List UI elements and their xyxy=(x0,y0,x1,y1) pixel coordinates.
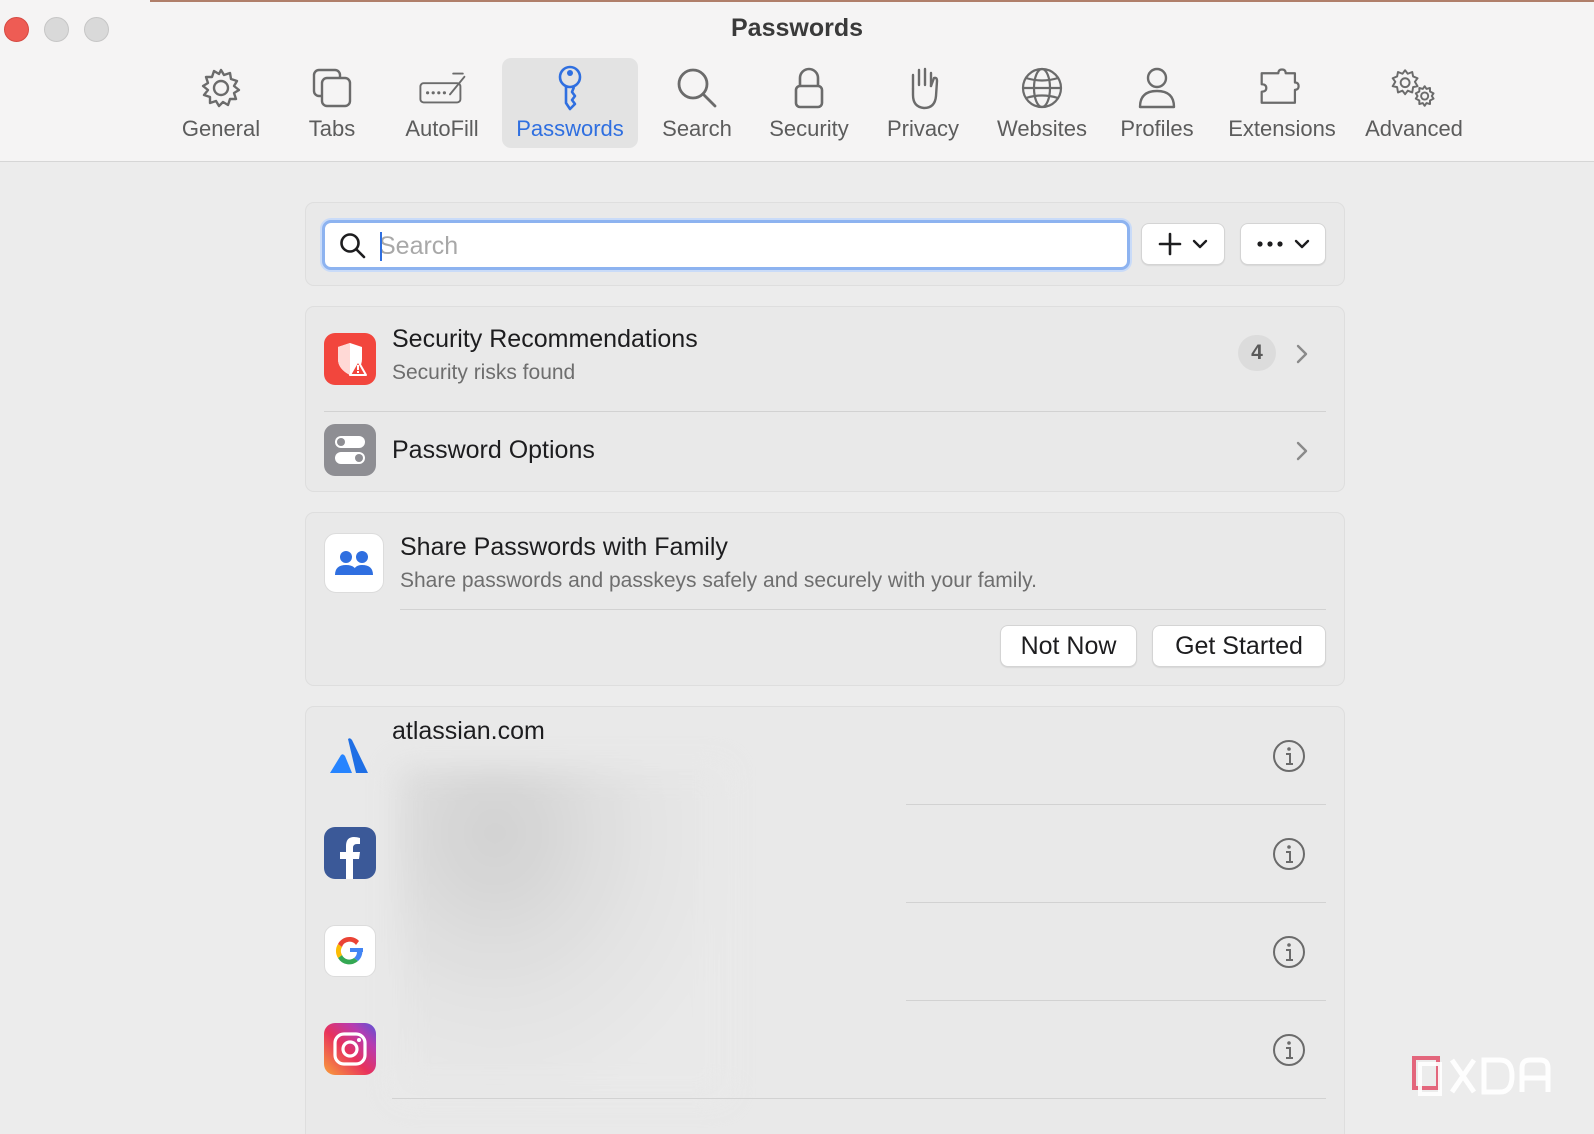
list-item[interactable] xyxy=(306,903,1344,1001)
plus-icon xyxy=(1158,232,1182,256)
gears-icon xyxy=(1390,64,1438,112)
tab-websites[interactable]: Websites xyxy=(986,58,1098,148)
security-recommendations-row[interactable]: Security Recommendations Security risks … xyxy=(306,307,1344,411)
get-started-button[interactable]: Get Started xyxy=(1152,625,1326,667)
tab-tabs[interactable]: Tabs xyxy=(290,58,374,148)
facebook-icon xyxy=(324,827,376,879)
share-divider xyxy=(400,609,1326,610)
toggles-icon xyxy=(324,424,376,476)
globe-icon xyxy=(1018,64,1066,112)
password-list: atlassian.com xyxy=(305,706,1345,1134)
chevron-right-icon xyxy=(1296,344,1308,364)
puzzle-icon xyxy=(1258,64,1306,112)
recommendations-count-badge: 4 xyxy=(1238,335,1276,371)
atlassian-icon xyxy=(330,738,368,773)
text-cursor xyxy=(380,232,382,261)
gear-icon xyxy=(197,64,245,112)
tabs-icon xyxy=(308,64,356,112)
security-shield-icon xyxy=(324,333,376,385)
tab-extensions[interactable]: Extensions xyxy=(1222,58,1342,148)
chevron-down-icon xyxy=(1192,239,1208,249)
share-family-subtitle: Share passwords and passkeys safely and … xyxy=(400,569,1037,592)
chevron-down-icon xyxy=(1294,239,1310,249)
tab-advanced[interactable]: Advanced xyxy=(1358,58,1470,148)
tab-general[interactable]: General xyxy=(175,58,267,148)
more-options-button[interactable] xyxy=(1240,223,1326,265)
info-icon[interactable] xyxy=(1272,1033,1306,1067)
hand-icon xyxy=(899,64,947,112)
security-section: Security Recommendations Security risks … xyxy=(305,306,1345,492)
search-field[interactable] xyxy=(322,220,1130,270)
window-edge xyxy=(150,0,1594,2)
share-family-title: Share Passwords with Family xyxy=(400,533,728,561)
security-recommendations-title: Security Recommendations xyxy=(392,325,698,353)
family-people-icon xyxy=(324,533,384,593)
instagram-icon xyxy=(324,1023,376,1075)
search-icon xyxy=(340,233,366,259)
info-icon[interactable] xyxy=(1272,935,1306,969)
security-recommendations-subtitle: Security risks found xyxy=(392,361,576,384)
row-divider xyxy=(392,1098,1326,1099)
chevron-right-icon xyxy=(1296,441,1308,461)
tab-security[interactable]: Security xyxy=(762,58,856,148)
person-icon xyxy=(1133,64,1181,112)
list-item[interactable]: atlassian.com xyxy=(306,707,1344,805)
account-site: atlassian.com xyxy=(392,717,545,745)
add-password-button[interactable] xyxy=(1141,223,1225,265)
not-now-button[interactable]: Not Now xyxy=(1000,625,1137,667)
autofill-pencil-icon xyxy=(418,64,466,112)
list-item[interactable] xyxy=(306,1001,1344,1099)
info-icon[interactable] xyxy=(1272,739,1306,773)
list-item[interactable] xyxy=(306,805,1344,903)
search-input[interactable] xyxy=(379,229,1109,263)
search-bar-section xyxy=(305,202,1345,286)
tab-autofill[interactable]: AutoFill xyxy=(396,58,488,148)
key-icon xyxy=(546,64,594,112)
preferences-toolbar: General Tabs AutoFill Passwords Search S… xyxy=(0,58,1594,148)
xda-watermark-logo xyxy=(1412,1056,1551,1096)
password-options-row[interactable]: Password Options xyxy=(306,412,1344,492)
info-icon[interactable] xyxy=(1272,837,1306,871)
ellipsis-icon xyxy=(1257,241,1283,247)
share-family-section: Share Passwords with Family Share passwo… xyxy=(305,512,1345,686)
window-titlebar: Passwords General Tabs AutoFill Password… xyxy=(0,0,1594,162)
google-icon xyxy=(324,925,376,977)
window-title: Passwords xyxy=(730,14,863,42)
tab-profiles[interactable]: Profiles xyxy=(1112,58,1202,148)
lock-icon xyxy=(785,64,833,112)
tab-privacy[interactable]: Privacy xyxy=(878,58,968,148)
tab-passwords[interactable]: Passwords xyxy=(502,58,638,148)
tab-search[interactable]: Search xyxy=(652,58,742,148)
magnifier-icon xyxy=(673,64,721,112)
password-options-title: Password Options xyxy=(392,436,595,464)
